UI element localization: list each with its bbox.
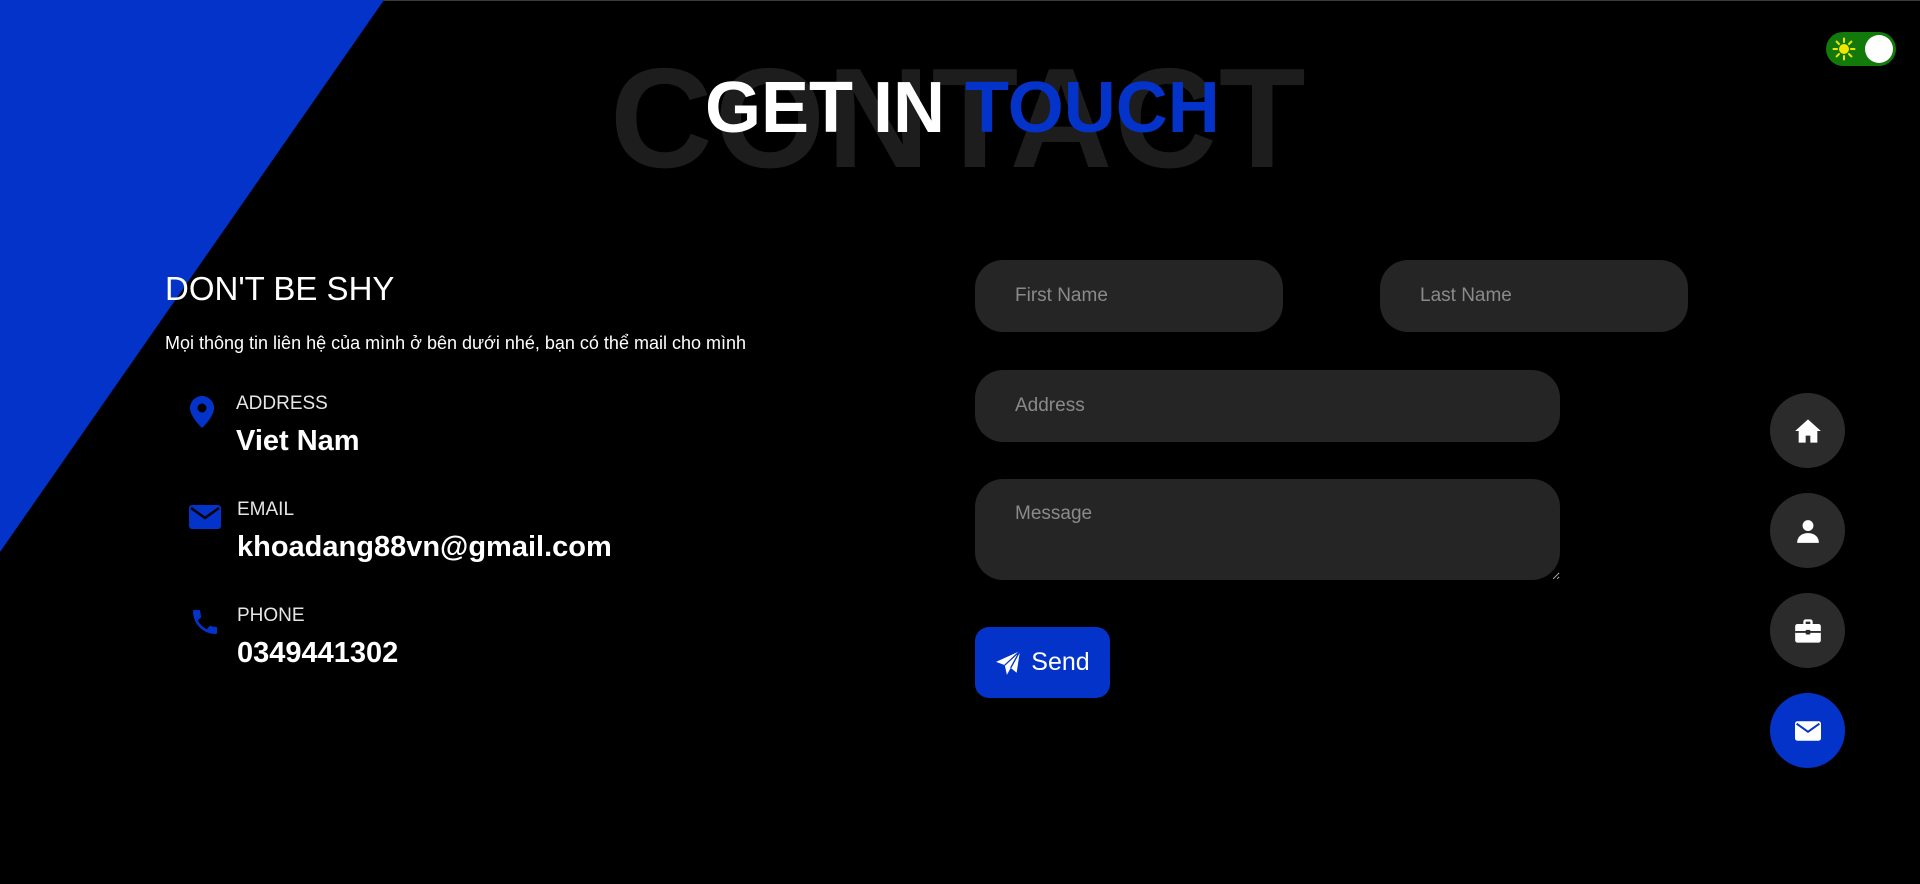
phone-value[interactable]: 0349441302: [237, 637, 398, 670]
contact-heading: DON'T BE SHY: [165, 270, 395, 307]
envelope-icon: [1794, 720, 1821, 741]
nav-home-button[interactable]: [1770, 393, 1845, 468]
send-label: Send: [1031, 648, 1090, 676]
title-accent-part: TOUCH: [965, 68, 1220, 148]
first-name-input[interactable]: [975, 260, 1283, 332]
address-input[interactable]: [975, 370, 1560, 442]
send-button[interactable]: Send: [975, 627, 1110, 698]
home-icon: [1794, 418, 1821, 443]
nav-contact-button[interactable]: [1770, 693, 1845, 768]
page-title: GET IN TOUCH: [705, 72, 1220, 144]
nav-about-button[interactable]: [1770, 493, 1845, 568]
sun-icon: [1832, 37, 1856, 61]
envelope-icon: [189, 505, 221, 529]
email-value[interactable]: khoadang88vn@gmail.com: [237, 531, 612, 564]
address-label: ADDRESS: [236, 393, 328, 414]
phone-icon: [193, 610, 217, 634]
last-name-input[interactable]: [1380, 260, 1688, 332]
briefcase-icon: [1794, 618, 1821, 643]
paper-plane-icon: [996, 650, 1021, 675]
phone-label: PHONE: [237, 605, 305, 626]
contact-subtitle: Mọi thông tin liên hệ của mình ở bên dướ…: [165, 333, 746, 353]
title-white-part: GET IN: [705, 68, 946, 148]
toggle-knob: [1865, 35, 1893, 63]
theme-toggle[interactable]: [1826, 32, 1896, 66]
nav-portfolio-button[interactable]: [1770, 593, 1845, 668]
address-value: Viet Nam: [236, 425, 360, 457]
user-icon: [1796, 519, 1819, 543]
map-pin-icon: [190, 396, 214, 428]
email-label: EMAIL: [237, 499, 295, 520]
message-textarea[interactable]: [975, 479, 1560, 580]
